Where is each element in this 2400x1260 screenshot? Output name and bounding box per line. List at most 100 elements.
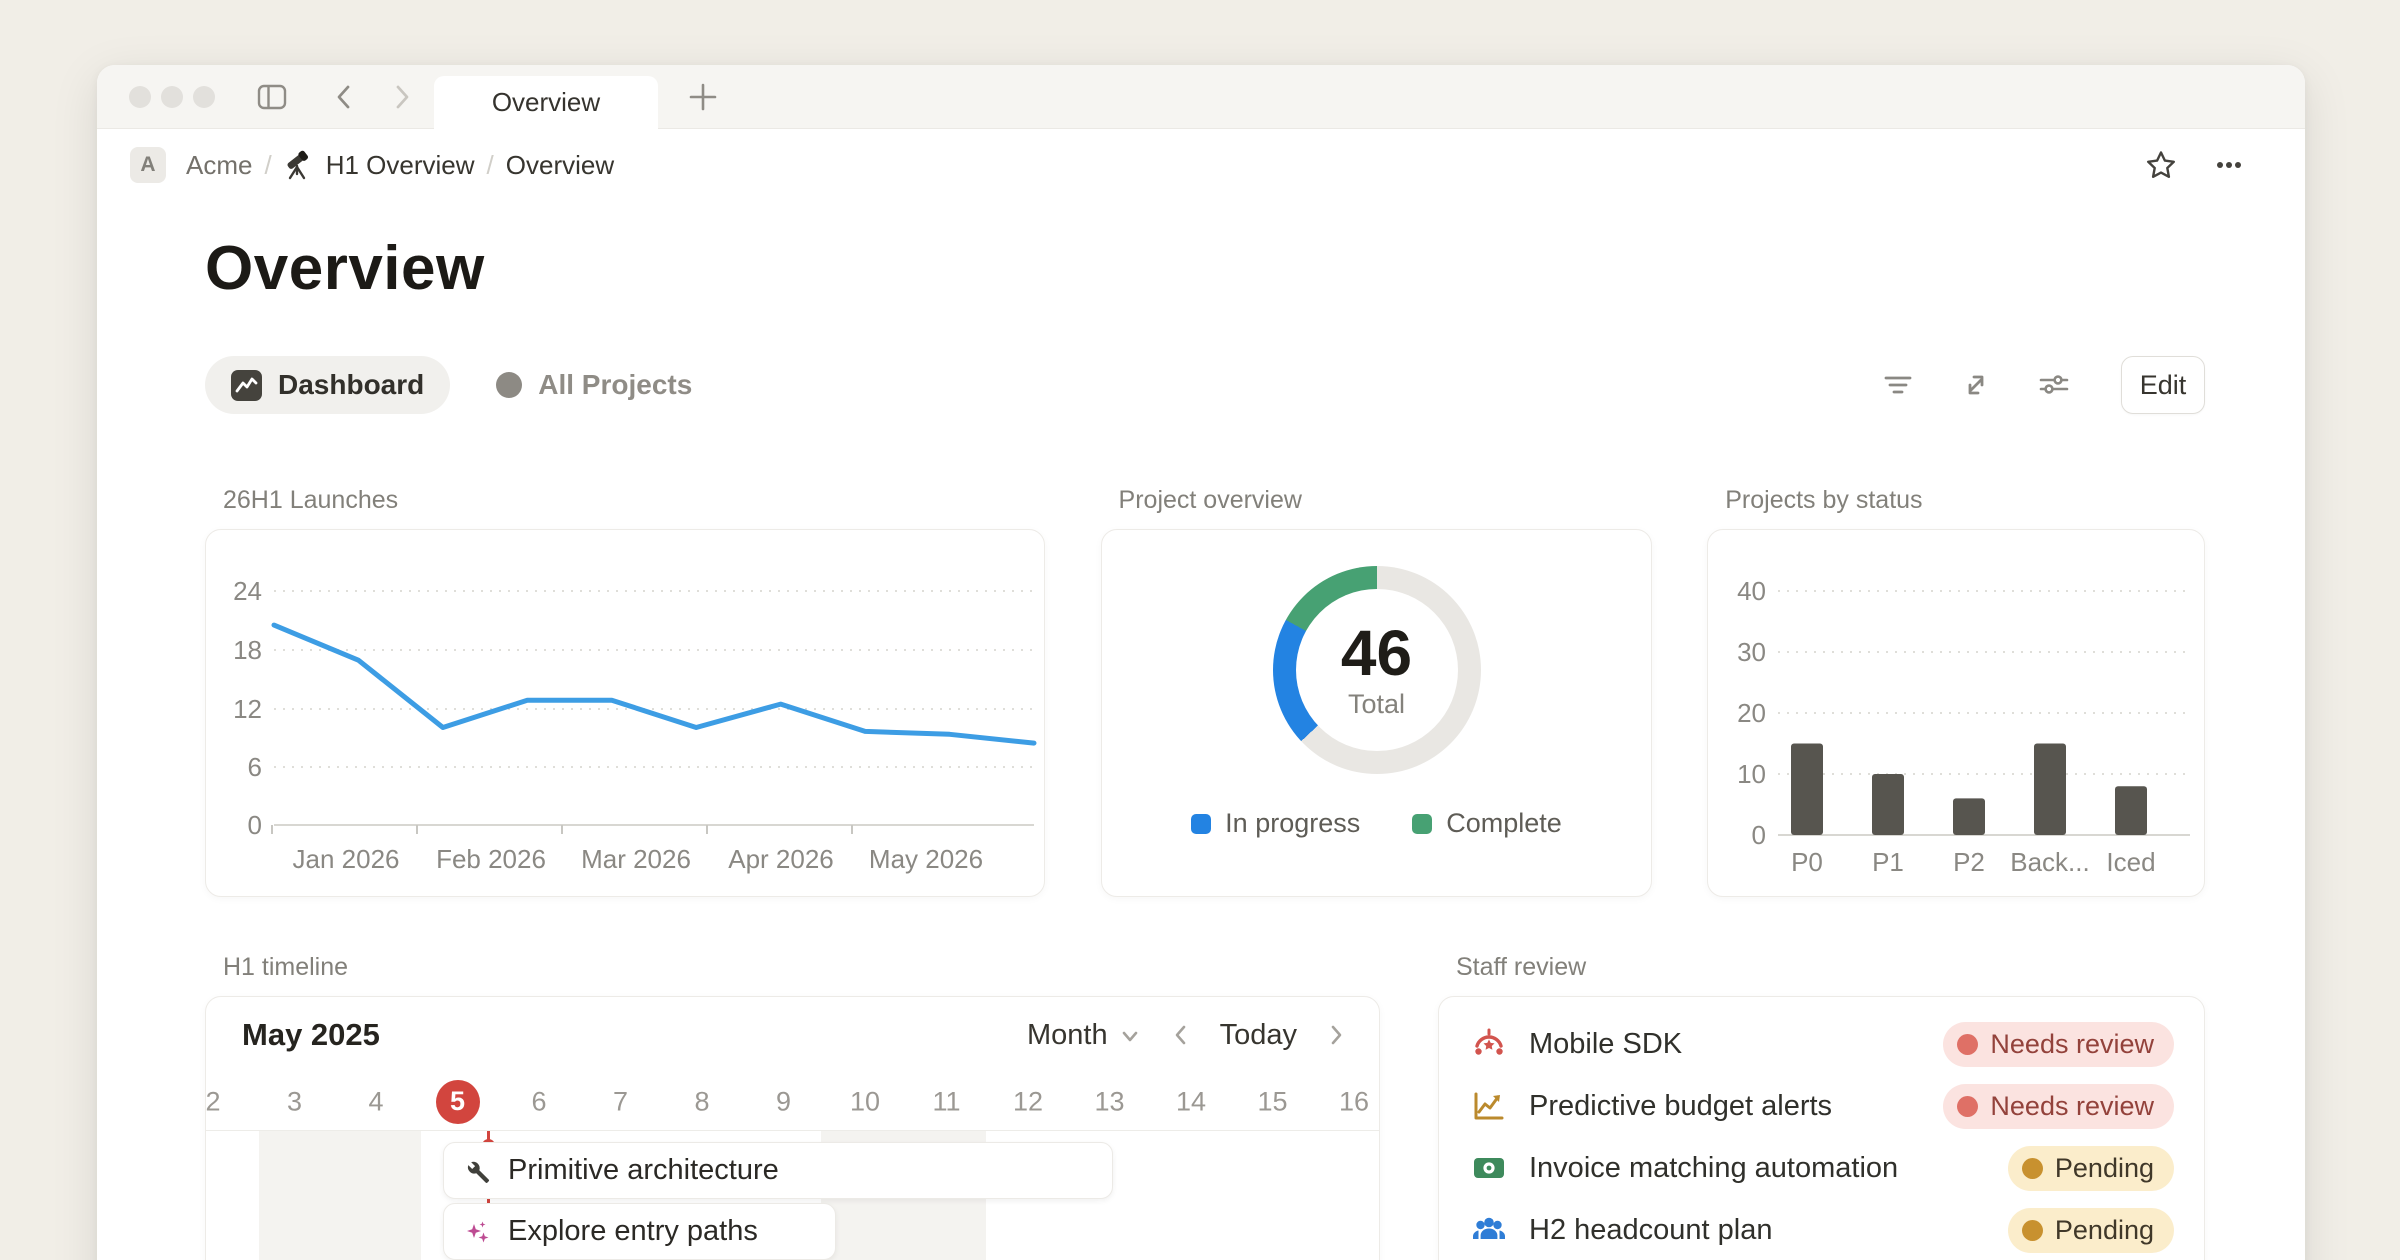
weekend-shade [259, 1131, 421, 1260]
svg-text:Iced: Iced [2106, 847, 2155, 877]
window-close-button[interactable] [129, 86, 151, 108]
view-tab-all-projects[interactable]: All Projects [478, 356, 710, 414]
svg-text:P2: P2 [1953, 847, 1985, 877]
donut-chart-title: Project overview [1101, 486, 1653, 515]
date-cell[interactable]: 9 [776, 1086, 791, 1117]
line-chart-card[interactable]: 24 18 12 6 0 Jan 2026 Feb 2026 Mar 2026 … [205, 529, 1045, 897]
workspace-avatar-letter: A [140, 153, 155, 177]
svg-text:6: 6 [248, 752, 262, 782]
date-cell-today[interactable]: 5 [436, 1080, 480, 1124]
svg-text:20: 20 [1737, 698, 1766, 728]
bar-P2[interactable] [1953, 798, 1985, 835]
staff-review-card[interactable]: Mobile SDK Needs review [1438, 996, 2205, 1260]
date-cell[interactable]: 13 [1094, 1086, 1124, 1117]
date-cell[interactable]: 14 [1176, 1086, 1206, 1117]
bar-P0[interactable] [1791, 744, 1823, 836]
bar-series [1791, 744, 2147, 836]
date-cell[interactable]: 10 [850, 1086, 880, 1117]
date-cell[interactable]: 12 [1013, 1086, 1043, 1117]
svg-text:40: 40 [1737, 576, 1766, 606]
status-dot [2022, 1220, 2043, 1241]
view-tab-dashboard[interactable]: Dashboard [205, 356, 450, 414]
timeline-view-selector[interactable]: Month [1027, 1019, 1142, 1052]
edit-button[interactable]: Edit [2121, 356, 2205, 414]
donut-center: 46 Total [1296, 589, 1458, 751]
nav-forward-icon[interactable] [387, 82, 417, 112]
svg-text:Apr 2026: Apr 2026 [728, 844, 834, 874]
date-cell[interactable]: 7 [613, 1086, 628, 1117]
timeline-next-icon[interactable] [1323, 1022, 1349, 1048]
people-icon [1471, 1212, 1507, 1248]
date-cell[interactable]: 16 [1339, 1086, 1369, 1117]
filter-icon[interactable] [1881, 368, 1915, 402]
donut-chart: 46 Total [1273, 566, 1481, 774]
in-progress-swatch [1191, 814, 1211, 834]
window-zoom-button[interactable] [193, 86, 215, 108]
breadcrumb-parent[interactable]: H1 Overview [318, 146, 483, 185]
date-cell[interactable]: 4 [368, 1086, 383, 1117]
staff-row-invoice-matching-automation[interactable]: Invoice matching automation Pending [1471, 1137, 2174, 1199]
date-cell[interactable]: 15 [1257, 1086, 1287, 1117]
timeline-today-button[interactable]: Today [1220, 1019, 1297, 1052]
new-tab-icon[interactable] [685, 79, 721, 115]
wrench-icon [464, 1157, 492, 1185]
timeline-card[interactable]: May 2025 Month Today [205, 996, 1380, 1260]
bar-Iced[interactable] [2115, 786, 2147, 835]
sparkles-icon [464, 1218, 492, 1246]
legend-item-in-progress[interactable]: In progress [1191, 808, 1360, 839]
timeline-body: Primitive architecture Explore entry pa [206, 1131, 1379, 1260]
timeline-event-explore-entry-paths[interactable]: Explore entry paths [443, 1203, 836, 1260]
chart-view-icon [231, 370, 262, 401]
staff-row-h2-headcount-plan[interactable]: H2 headcount plan Pending [1471, 1199, 2174, 1260]
staff-row-mobile-sdk[interactable]: Mobile SDK Needs review [1471, 1013, 2174, 1075]
settings-sliders-icon[interactable] [2037, 368, 2071, 402]
bar-P1[interactable] [1872, 774, 1904, 835]
bar-chart-card[interactable]: 40 30 20 10 0 P0 P1 P2 Back... Iced [1707, 529, 2205, 897]
favorite-star-icon[interactable] [2145, 149, 2177, 181]
status-badge: Pending [2008, 1208, 2174, 1253]
desktop-background: Overview A Acme / [0, 0, 2400, 1260]
chevron-down-icon [1118, 1023, 1142, 1047]
page-title: Overview [205, 233, 2205, 304]
staff-row-predictive-budget-alerts[interactable]: Predictive budget alerts Needs review [1471, 1075, 2174, 1137]
line-chart-title: 26H1 Launches [205, 486, 1045, 515]
app-window: Overview A Acme / [97, 65, 2305, 1260]
legend-item-complete[interactable]: Complete [1412, 808, 1562, 839]
breadcrumb-current[interactable]: Overview [498, 146, 622, 185]
timeline-prev-icon[interactable] [1168, 1022, 1194, 1048]
tab-overview-label: Overview [492, 87, 600, 118]
sidebar-toggle-icon[interactable] [257, 82, 287, 112]
bar-chart-title: Projects by status [1707, 486, 2205, 515]
more-options-icon[interactable] [2213, 149, 2245, 181]
svg-text:Jan 2026: Jan 2026 [293, 844, 400, 874]
status-label: Needs review [1990, 1091, 2154, 1122]
expand-icon[interactable] [1959, 368, 1993, 402]
breadcrumb-separator: / [260, 150, 275, 181]
donut-chart-card[interactable]: 46 Total In progress Complete [1101, 529, 1652, 897]
timeline-month-title: May 2025 [242, 1017, 380, 1053]
breadcrumb-workspace[interactable]: Acme [178, 146, 260, 185]
staff-item-title: H2 headcount plan [1529, 1214, 1986, 1247]
donut-legend: In progress Complete [1191, 808, 1562, 839]
svg-text:12: 12 [233, 694, 262, 724]
date-cell[interactable]: 11 [932, 1086, 960, 1117]
workspace-avatar[interactable]: A [130, 147, 166, 183]
chart-increase-icon [1471, 1088, 1507, 1124]
bar-Back...[interactable] [2034, 744, 2066, 836]
date-cell[interactable]: 8 [694, 1086, 709, 1117]
svg-text:24: 24 [233, 576, 262, 606]
date-cell[interactable]: 2 [205, 1086, 220, 1117]
timeline-event-primitive-architecture[interactable]: Primitive architecture [443, 1142, 1113, 1199]
window-minimize-button[interactable] [161, 86, 183, 108]
date-cell[interactable]: 3 [287, 1086, 302, 1117]
timeline-view-label: Month [1027, 1019, 1108, 1052]
status-badge: Needs review [1943, 1084, 2174, 1129]
date-cell[interactable]: 6 [531, 1086, 546, 1117]
tab-overview[interactable]: Overview [434, 76, 658, 129]
nav-back-icon[interactable] [329, 82, 359, 112]
breadcrumb-separator: / [483, 150, 498, 181]
staff-review-section-title: Staff review [1438, 953, 1586, 982]
svg-text:P0: P0 [1791, 847, 1823, 877]
telescope-icon [282, 150, 312, 180]
donut-total-value: 46 [1341, 620, 1412, 687]
